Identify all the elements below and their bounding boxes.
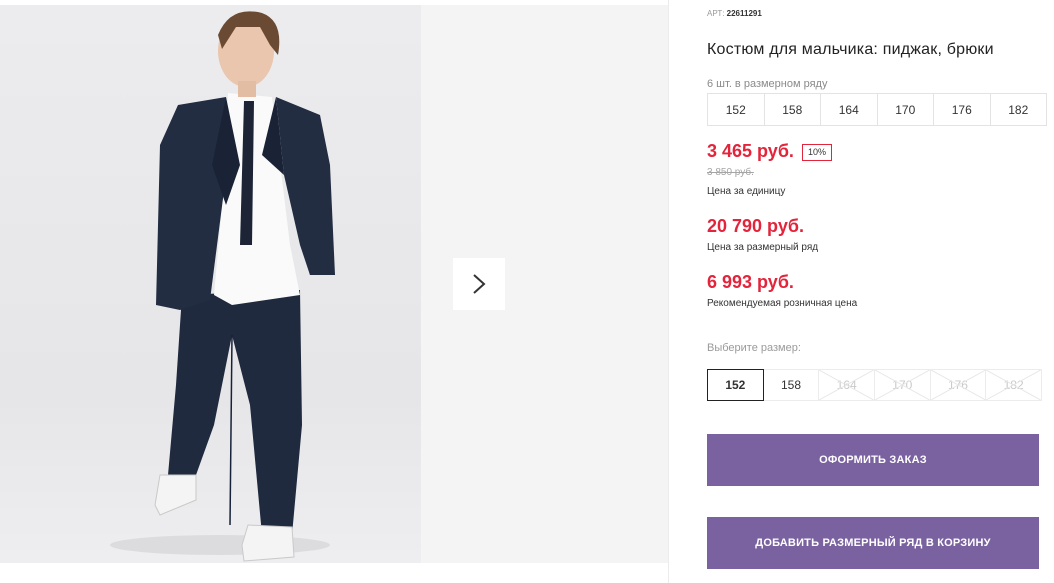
retail-price: 6 993 руб. <box>707 272 794 292</box>
size-range-cell: 170 <box>876 94 934 125</box>
size-option-170: 170 <box>873 369 931 401</box>
panel-divider <box>668 0 669 583</box>
size-option-158[interactable]: 158 <box>762 369 820 401</box>
checkout-button[interactable]: ОФОРМИТЬ ЗАКАЗ <box>707 434 1039 486</box>
size-option-164: 164 <box>818 369 875 401</box>
product-title: Костюм для мальчика: пиджак, брюки <box>707 41 994 58</box>
cross-out-icon <box>819 370 874 400</box>
unit-price: 3 465 руб. <box>707 141 794 161</box>
cross-out-icon <box>874 370 930 400</box>
product-photo <box>0 5 421 563</box>
article-value: 22611291 <box>726 9 762 18</box>
range-quantity: 6 шт. в размерном ряду <box>707 78 828 90</box>
range-price: 20 790 руб. <box>707 216 804 236</box>
size-option-176: 176 <box>929 369 987 401</box>
size-range-table: 152 158 164 170 176 182 <box>707 93 1047 126</box>
size-picker: 152 158 164 170 176 182 <box>707 369 1047 401</box>
cross-out-icon <box>930 370 986 400</box>
cross-out-icon <box>986 370 1041 400</box>
size-option-label: 152 <box>725 378 746 392</box>
size-range-cell: 182 <box>989 94 1047 125</box>
old-price: 3 850 руб. <box>707 167 754 178</box>
size-range-cell: 158 <box>763 94 821 125</box>
retail-price-note: Рекомендуемая розничная цена <box>707 298 858 309</box>
size-range-cell: 164 <box>820 94 877 125</box>
chevron-right-icon <box>473 274 486 294</box>
range-price-note: Цена за размерный ряд <box>707 242 819 253</box>
product-gallery <box>0 0 668 583</box>
size-range-cell: 152 <box>725 102 746 117</box>
size-range-cell: 176 <box>933 94 990 125</box>
size-option-182: 182 <box>985 369 1042 401</box>
product-photo-image <box>110 11 335 562</box>
gallery-next-button[interactable] <box>453 258 505 310</box>
article-number: АРТ: 22611291 <box>707 9 762 18</box>
article-label: АРТ: <box>707 9 725 18</box>
add-size-range-to-cart-button[interactable]: ДОБАВИТЬ РАЗМЕРНЫЙ РЯД В КОРЗИНУ <box>707 517 1039 569</box>
size-option-label: 158 <box>780 378 801 392</box>
size-picker-label: Выберите размер: <box>707 342 801 354</box>
unit-price-note: Цена за единицу <box>707 186 786 197</box>
size-option-152[interactable]: 152 <box>707 369 764 401</box>
discount-badge: 10% <box>802 144 833 161</box>
